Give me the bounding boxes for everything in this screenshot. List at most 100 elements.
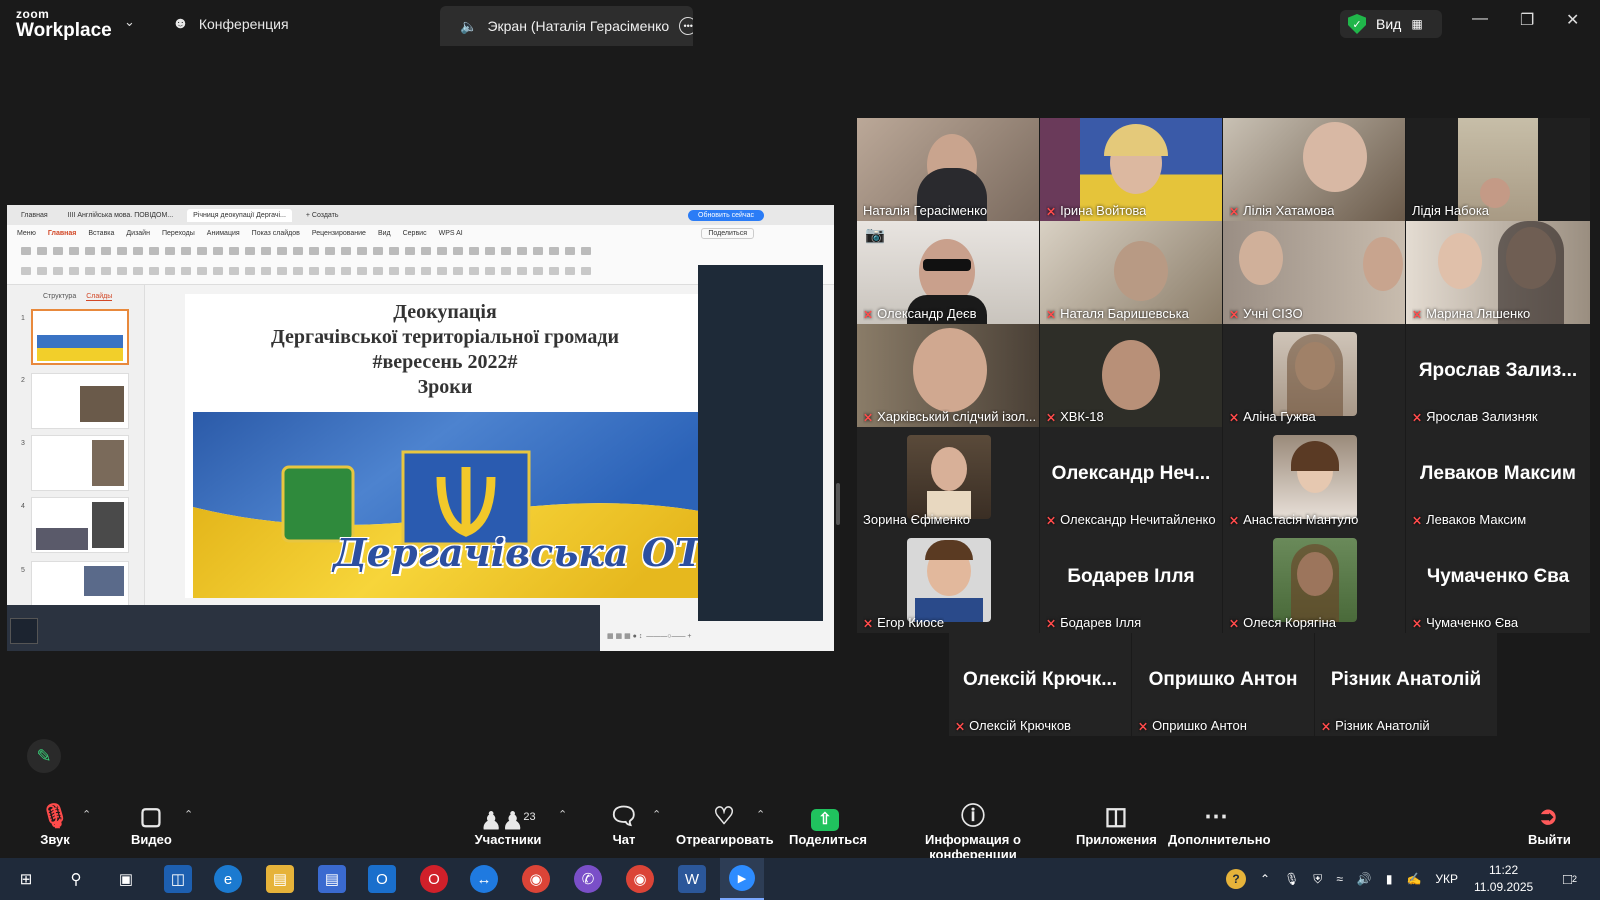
close-icon[interactable]: ✕ [1566,10,1579,30]
task-view-icon[interactable]: ▣ [112,865,140,893]
participant-tile[interactable]: Леваков Максим ⨯ Леваков Максим [1406,427,1590,530]
wps-tab[interactable]: Річниця деокупації Дергачі... [187,208,292,222]
chat-caret-icon[interactable]: ⌃ [652,808,661,821]
video-options-caret-icon[interactable]: ⌃ [184,808,193,821]
participant-tile[interactable]: Наталія Герасіменко [857,118,1039,221]
meeting-info-button[interactable]: ⓘ Информация о конференции [886,802,1060,862]
audio-options-caret-icon[interactable]: ⌃ [82,808,91,821]
view-button[interactable]: ✓ Вид ▦ [1340,10,1442,38]
notifications-icon[interactable]: □ 2 [1556,865,1584,893]
word-icon[interactable]: W [678,865,706,893]
participant-tile[interactable]: ⨯ Учні СІЗО [1223,221,1405,324]
wps-menu-item[interactable]: Меню [17,230,36,237]
participant-tile[interactable]: 📷 ⨯ Олександр Деєв [857,221,1039,324]
participant-tile[interactable]: ⨯ Наталя Баришевська [1040,221,1222,324]
participant-tile[interactable]: ⨯ Ірина Войтова [1040,118,1222,221]
audio-button[interactable]: 🎙 Звук [38,802,72,847]
battery-icon[interactable]: ▮ [1386,872,1393,886]
language-indicator[interactable]: УКР [1435,872,1458,886]
edge-icon[interactable]: e [214,865,242,893]
wps-menu-item[interactable]: Показ слайдов [252,230,300,237]
tab-slides[interactable]: Слайды [86,293,113,301]
chevron-up-icon[interactable]: ⌃ [1260,872,1270,886]
wps-tab[interactable]: Главная [15,209,54,222]
tab-screen-share[interactable]: 🔈 Экран (Наталія Герасіменко ••• [440,6,693,46]
chat-button[interactable]: 🗨 Чат [606,802,642,847]
participant-tile[interactable]: ⨯ Лілія Хатамова [1223,118,1405,221]
participant-tile[interactable]: ⨯ Аліна Гужва [1223,324,1405,427]
wifi-icon[interactable]: ≈ [1336,872,1343,886]
wps-tab[interactable]: IIII Англійська мова. ПОВІДОМ... [62,209,179,222]
wps-menu-item[interactable]: Дизайн [126,230,150,237]
annotate-pencil-icon[interactable]: ✎ [27,739,61,773]
participant-tile[interactable]: Бодарев Ілля ⨯ Бодарев Ілля [1040,530,1222,633]
tab-conference[interactable]: ☻ Конференция [172,10,289,38]
participant-tile[interactable]: Лідія Набока [1406,118,1590,221]
wps-menu-item[interactable]: Переходы [162,230,195,237]
slide-thumbnail[interactable] [31,497,129,553]
zoom-taskbar-icon[interactable]: ▶ [720,858,764,900]
slide-thumbnail[interactable] [31,309,129,365]
wps-tab[interactable]: + Создать [300,209,345,222]
more-button[interactable]: ⋯ Дополнительно [1168,802,1271,847]
wps-share-button[interactable]: Поделиться [701,227,754,239]
pen-icon[interactable]: ✍ [1406,872,1421,886]
store-icon[interactable]: ▤ [318,865,346,893]
share-button[interactable]: ⇧ Поделиться [789,802,867,847]
more-options-icon[interactable]: ••• [679,17,693,35]
wps-menu-item[interactable]: Сервис [403,230,427,237]
windows-start-icon[interactable]: ⊞ [12,865,40,893]
chrome-icon[interactable]: ◉ [522,865,550,893]
participant-tile[interactable]: ⨯ Олеся Корягіна [1223,530,1405,633]
slide-thumbnail[interactable] [31,373,129,429]
wps-menu-item[interactable]: Вставка [88,230,114,237]
restore-icon[interactable]: ❐ [1520,10,1534,30]
current-slide[interactable]: Деокупація Дергачівської територіальної … [185,294,705,598]
volume-icon[interactable]: 🔊 [1357,872,1372,886]
viber-icon[interactable]: ✆ [574,865,602,893]
slide-thumbnail[interactable] [31,435,129,491]
opera-icon[interactable]: O [420,865,448,893]
participant-tile[interactable]: ⨯ Анастасія Мантуло [1223,427,1405,530]
chrome-profile-icon[interactable]: ◉ [626,865,654,893]
mic-muted-icon: ⨯ [1412,615,1423,630]
apps-button[interactable]: ◫ Приложения [1076,802,1157,847]
participant-tile[interactable]: Ярослав Зализ... ⨯ Ярослав Зализняк [1406,324,1590,427]
file-explorer-icon[interactable]: ▤ [266,865,294,893]
participant-tile[interactable]: ⨯ Харківський слідчий ізол... [857,324,1039,427]
clock[interactable]: 11:22 11.09.2025 [1474,862,1533,896]
panel-resize-handle[interactable] [836,483,840,525]
participant-tile[interactable]: ⨯ Егор Киосе [857,530,1039,633]
participant-tile[interactable]: Олексій Крючк... ⨯ Олексій Крючков [949,633,1131,736]
tab-structure[interactable]: Структура [43,293,76,301]
update-now-button[interactable]: Обновить сейчас [688,209,764,221]
leave-button[interactable]: ➲ Выйти [1528,802,1571,847]
participant-tile[interactable]: Опришко Антон ⨯ Опришко Антон [1132,633,1314,736]
wps-menu-item[interactable]: Главная [48,230,76,237]
participants-button[interactable]: ♟♟23 Участники [474,802,542,847]
wps-menu-item[interactable]: Рецензирование [312,230,366,237]
microphone-icon[interactable]: 🎙 [1284,872,1299,886]
outlook-icon[interactable]: O [368,865,396,893]
help-icon[interactable]: ? [1226,869,1246,889]
save-app-icon[interactable]: ◫ [164,865,192,893]
participants-caret-icon[interactable]: ⌃ [558,808,567,821]
video-button[interactable]: ▢ Видео [131,802,172,847]
chevron-down-icon[interactable]: ⌄ [124,14,135,30]
react-caret-icon[interactable]: ⌃ [756,808,765,821]
participant-tile[interactable]: Олександр Неч... ⨯ Олександр Нечитайленко [1040,427,1222,530]
defender-icon[interactable]: ⛨ [1313,872,1322,887]
wps-menu-item[interactable]: WPS AI [439,230,463,237]
wps-menu-item[interactable]: Вид [378,230,391,237]
participant-tile[interactable]: Зорина Єфіменко [857,427,1039,530]
participant-tile[interactable]: ⨯ ХВК-18 [1040,324,1222,427]
participant-tile[interactable]: ⨯ Марина Ляшенко [1406,221,1590,324]
shared-screen[interactable]: Главная IIII Англійська мова. ПОВІДОМ...… [7,205,834,651]
minimize-icon[interactable]: — [1472,10,1488,28]
teamviewer-icon[interactable]: ↔ [470,865,498,893]
zoom-workplace-logo[interactable]: zoom Workplace [16,8,112,40]
wps-menu-item[interactable]: Анимация [207,230,240,237]
search-icon[interactable]: ⚲ [62,865,90,893]
participant-tile[interactable]: Чумаченко Єва ⨯ Чумаченко Єва [1406,530,1590,633]
participant-tile[interactable]: Різник Анатолій ⨯ Різник Анатолій [1315,633,1497,736]
